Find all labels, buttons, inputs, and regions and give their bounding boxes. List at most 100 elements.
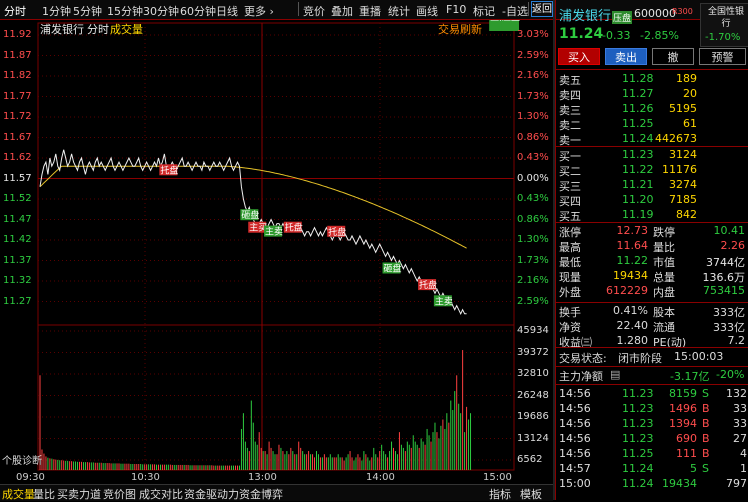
chart-mode: 分时	[87, 23, 109, 36]
tab-5min[interactable]: 5分钟	[73, 3, 102, 19]
tab-daily[interactable]: 日线	[216, 3, 238, 19]
fund-value: 333亿	[713, 321, 745, 334]
stat-value: 10.41	[713, 224, 746, 237]
signal-marker[interactable]: 托盘	[327, 225, 346, 238]
stat-value: 3744亿	[706, 256, 745, 269]
ask-price: 11.24	[622, 132, 654, 145]
trade-state-label: 交易状态:	[559, 352, 607, 365]
tab-15min[interactable]: 15分钟	[107, 3, 143, 19]
tab-60min[interactable]: 60分钟	[180, 3, 216, 19]
fund-label: 流通	[653, 321, 675, 334]
tab-intraday[interactable]: 分时	[4, 3, 26, 19]
signal-marker[interactable]: 托盘	[283, 221, 303, 234]
signal-marker[interactable]: 主卖	[264, 225, 283, 238]
bid-price: 11.22	[622, 163, 654, 176]
signal-marker[interactable]: 托盘	[159, 164, 178, 176]
trade-state-time: 15:00:03	[674, 350, 724, 363]
tick-time: 14:56	[559, 432, 591, 445]
signal-marker[interactable]: 主卖	[433, 295, 453, 307]
signal-marker[interactable]: 砸盘	[240, 209, 259, 221]
price-axis-label: 11.52	[3, 193, 32, 204]
tool-watchlist[interactable]: -自选	[502, 3, 528, 19]
tool-replay[interactable]: 重播	[359, 3, 381, 19]
tool-mark[interactable]: 标记	[473, 3, 495, 19]
pct-axis-label: 0.86%	[517, 131, 549, 143]
tick-count: 27	[733, 432, 747, 445]
stat-label: 外盘	[559, 286, 581, 299]
ask-volume: 61	[683, 117, 697, 130]
fund-label: 股本	[653, 306, 675, 319]
tick-row: 14:56 11.25 111 B 4	[556, 447, 748, 463]
ask-row[interactable]: 卖三 11.26 5195	[556, 102, 748, 118]
bid-row[interactable]: 买三 11.21 3274	[556, 178, 748, 194]
price-alert-button[interactable]: 预警	[699, 48, 746, 65]
stat-row: 最高 11.64 量比 2.26	[556, 239, 748, 255]
tool-f10[interactable]: F10	[446, 3, 466, 16]
fund-value: 333亿	[713, 306, 745, 319]
volume-axis-label: 39372	[517, 346, 549, 358]
signal-marker[interactable]: 托盘	[418, 279, 437, 291]
main-flow-pct: -20%	[716, 368, 745, 381]
price-change: -0.33	[602, 29, 631, 42]
tick-side: B	[702, 447, 710, 460]
fund-label: 换手	[559, 306, 581, 319]
price-axis-label: 11.92	[3, 29, 32, 40]
tab-more[interactable]: 更多 ›	[244, 3, 274, 19]
bid-volume: 3274	[669, 178, 697, 191]
volume-axis-label: 45934	[517, 325, 549, 336]
tool-overlay[interactable]: 叠加	[331, 3, 353, 19]
intraday-chart[interactable]: 托盘砸盘主买主卖托盘托盘砸盘托盘主卖主卖压盘 浦发银行 分时 成交量 交易刷新 …	[0, 20, 553, 483]
tick-volume: 19434	[662, 477, 697, 490]
time-axis-label: 15:00	[483, 472, 512, 483]
quote-panel: 浦发银行 压盘 600000 R300 全国性银行 -1.70% 11.24 -…	[555, 0, 748, 500]
ask-row[interactable]: 卖五 11.28 189	[556, 72, 748, 88]
signal-marker-label: 托盘	[285, 222, 303, 234]
tool-stats[interactable]: 统计	[388, 3, 410, 19]
tick-count: 33	[733, 402, 747, 415]
bid-row[interactable]: 买一 11.23 3124	[556, 148, 748, 164]
trade-refresh-label[interactable]: 交易刷新	[438, 21, 482, 37]
stat-label: 最低	[559, 256, 581, 269]
ask-row[interactable]: 卖二 11.25 61	[556, 117, 748, 133]
bid-label: 买一	[559, 150, 581, 163]
chart-canvas: 托盘砸盘主买主卖托盘托盘砸盘托盘主卖主卖压盘	[37, 20, 520, 471]
tick-price: 11.24	[622, 477, 654, 490]
tick-row: 14:56 11.23 8159 S 132	[556, 387, 748, 403]
bid-label: 买二	[559, 165, 581, 178]
bid-row[interactable]: 买二 11.22 11176	[556, 163, 748, 179]
sector-box[interactable]: 全国性银行 -1.70%	[700, 3, 748, 47]
sell-button[interactable]: 卖出	[605, 48, 647, 65]
cancel-order-button[interactable]: 撤	[652, 48, 694, 65]
stat-label: 总量	[653, 271, 675, 284]
stat-label: 涨停	[559, 226, 581, 239]
time-axis-label: 13:00	[248, 472, 277, 483]
stat-row: 现量 19434 总量 136.6万	[556, 269, 748, 285]
tick-price: 11.23	[622, 387, 654, 400]
price-change-pct: -2.85%	[640, 29, 679, 42]
tab-1min[interactable]: 1分钟	[42, 3, 71, 19]
tick-side: B	[702, 417, 710, 430]
buy-button[interactable]: 买入	[558, 48, 600, 65]
bid-label: 买三	[559, 180, 581, 193]
tool-draw[interactable]: 画线	[416, 3, 438, 19]
signal-marker[interactable]: 砸盘	[382, 262, 402, 275]
last-price: 11.24	[559, 26, 604, 42]
pct-axis-label: 1.30%	[517, 234, 549, 245]
price-axis-label: 11.32	[3, 275, 32, 286]
signal-marker-label: 托盘	[160, 164, 178, 176]
tool-auction[interactable]: 竞价	[303, 3, 325, 19]
signal-marker-label: 主卖	[265, 226, 283, 238]
stock-diagnose-link[interactable]: 个股诊断	[2, 452, 42, 467]
tab-30min[interactable]: 30分钟	[143, 3, 179, 19]
signal-marker-label: 砸盘	[241, 209, 259, 221]
bid-row[interactable]: 买四 11.20 7185	[556, 193, 748, 209]
price-axis-label: 11.27	[3, 295, 32, 307]
main-flow-row[interactable]: 主力净额 ▤ -3.17亿 -20%	[556, 368, 748, 384]
ask-row[interactable]: 卖四 11.27 20	[556, 87, 748, 103]
stat-row: 涨停 12.73 跌停 10.41	[556, 224, 748, 240]
back-button[interactable]: 返回	[531, 1, 553, 17]
chart-stock-name: 浦发银行	[40, 23, 84, 36]
sector-name: 全国性银行	[707, 7, 744, 29]
stat-label: 现量	[559, 271, 581, 284]
fundamental-row: 净资 22.40 流通 333亿	[556, 319, 748, 335]
